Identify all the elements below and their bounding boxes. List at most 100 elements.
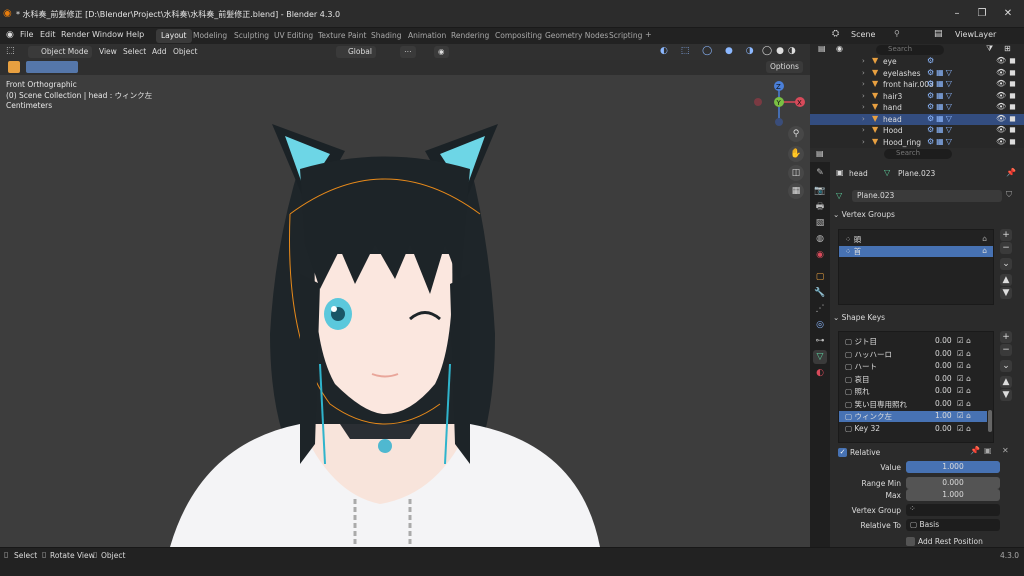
list-scrollbar[interactable] — [988, 410, 992, 432]
tab-animation[interactable]: Animation — [403, 29, 451, 43]
tab-texture-paint[interactable]: Texture Paint — [313, 29, 371, 43]
filter-funnel-icon[interactable]: ⧩ — [986, 44, 993, 54]
add-rest-position-checkbox[interactable] — [906, 537, 915, 546]
shape-key-move-down-button[interactable]: ▼ — [1000, 389, 1012, 401]
mesh-datablock-field[interactable]: Plane.023 — [852, 190, 1002, 202]
shape-key-row[interactable]: ▢ ハート 0.00 ☑ ⌂ — [839, 361, 987, 372]
world-tab-icon[interactable]: ◉ — [813, 248, 827, 262]
render-tab-icon[interactable]: 📷 — [813, 184, 827, 198]
selection-modes-icon[interactable] — [26, 61, 78, 73]
vertex-groups-list[interactable]: ⁘ 頭 ⌂ ⁘ 首 ⌂ — [838, 229, 994, 305]
shape-key-pin-icon[interactable]: 📌 — [970, 446, 980, 455]
shape-key-row[interactable]: ▢ 哀目 0.00 ☑ ⌂ — [839, 374, 987, 385]
max-field[interactable]: 1.000 — [906, 489, 1000, 501]
vertex-group-specials-button[interactable]: ⌄ — [1000, 258, 1012, 270]
outliner-row-front-hair[interactable]: › ▼ front hair.003 ⚙▦▽ 👁◼ — [810, 79, 1024, 91]
add-shape-key-button[interactable]: + — [1000, 331, 1012, 343]
outliner-row-eye[interactable]: › ▼ eye ⚙ 👁◼ — [810, 56, 1024, 68]
tab-scripting[interactable]: Scripting — [604, 29, 647, 43]
particles-tab-icon[interactable]: ⋰ — [813, 302, 827, 316]
menu-window[interactable]: Window — [92, 30, 124, 39]
properties-search[interactable]: Search — [884, 149, 952, 159]
range-min-field[interactable]: 0.000 — [906, 477, 1000, 489]
scene-icon[interactable]: ⛭ — [832, 29, 839, 39]
material-tab-icon[interactable]: ◐ — [813, 366, 827, 380]
view-layer-name[interactable]: ViewLayer — [955, 30, 996, 39]
menu-help[interactable]: Help — [126, 30, 144, 39]
outliner-row-hand[interactable]: › ▼ hand ⚙▦▽ 👁◼ — [810, 102, 1024, 114]
tab-modeling[interactable]: Modeling — [188, 29, 232, 43]
shape-key-move-up-button[interactable]: ▲ — [1000, 376, 1012, 388]
shape-key-row[interactable]: ▢ ハッハーロ 0.00 ☑ ⌂ — [839, 349, 987, 360]
shape-key-row[interactable]: ▢ ジト目 0.00 ☑ ⌂ — [839, 336, 987, 347]
vertex-groups-header[interactable]: ⌄ Vertex Groups — [833, 210, 895, 226]
blender-menu-icon[interactable]: ◉ — [6, 30, 14, 40]
clear-shape-keys-icon[interactable]: ✕ — [1002, 446, 1009, 455]
physics-tab-icon[interactable]: ◎ — [813, 318, 827, 332]
tab-uv-editing[interactable]: UV Editing — [269, 29, 318, 43]
add-menu[interactable]: Add — [148, 46, 171, 58]
proportional-edit[interactable]: ◉ — [434, 46, 449, 58]
outliner[interactable]: ▤ ◉ Search ⧩ ⊞ › ▼ eye ⚙ 👁◼ › ▼ eyelashes ⚙▦▽ 👁◼… — [810, 44, 1024, 148]
fake-user-icon[interactable]: ⛉ — [1006, 190, 1012, 200]
outliner-search[interactable]: Search — [876, 45, 944, 55]
shading-icons[interactable]: ◐ ⬚ ◯ ● ◑ — [660, 46, 759, 56]
scene-tab-icon[interactable]: ◍ — [813, 232, 827, 246]
minimize-button[interactable]: – — [951, 8, 963, 20]
view-menu[interactable]: View — [95, 46, 121, 58]
vertex-group-item-selected[interactable]: ⁘ 首 ⌂ — [839, 246, 993, 257]
remove-vertex-group-button[interactable]: − — [1000, 242, 1012, 254]
close-button[interactable]: ✕ — [1002, 8, 1014, 20]
select-menu[interactable]: Select — [119, 46, 150, 58]
mode-select[interactable]: Object Mode — [28, 46, 93, 58]
value-slider[interactable]: 1.000 — [906, 461, 1000, 473]
transform-orientation[interactable]: Global — [336, 46, 376, 58]
shape-key-row[interactable]: ▢ 照れ 0.00 ☑ ⌂ — [839, 386, 987, 397]
ortho-grid-icon[interactable]: ▦ — [788, 183, 804, 199]
tool-tab-icon[interactable]: ✎ — [813, 166, 827, 180]
tab-layout[interactable]: Layout — [156, 29, 192, 43]
pin-icon[interactable]: 📌 — [1006, 168, 1016, 177]
3d-viewport[interactable]: Front Orthographic (0) Scene Collection … — [0, 44, 810, 547]
shape-key-row-selected[interactable]: ▢ ウィンク左 1.00 ☑ ⌂ — [839, 411, 987, 422]
menu-edit[interactable]: Edit — [40, 30, 56, 39]
object-tab-icon[interactable]: ▢ — [813, 270, 827, 284]
vertex-group-item[interactable]: ⁘ 頭 ⌂ — [839, 234, 993, 245]
relative-to-field[interactable]: ▢ Basis — [906, 519, 1000, 531]
pin-scene-icon[interactable]: ⚲ — [894, 29, 900, 38]
vertex-group-field[interactable]: ⁘ — [906, 504, 1000, 516]
pan-hand-icon[interactable]: ✋ — [788, 146, 804, 162]
snap-toggle[interactable]: ⋯ — [400, 46, 416, 58]
camera-view-icon[interactable]: ◫ — [788, 165, 804, 181]
relative-checkbox[interactable]: ✓ — [838, 448, 847, 457]
tab-compositing[interactable]: Compositing — [490, 29, 547, 43]
outliner-row-head[interactable]: › ▼ head ⚙▦▽ 👁◼ — [810, 113, 1024, 125]
menu-file[interactable]: File — [20, 30, 33, 39]
add-vertex-group-button[interactable]: + — [1000, 229, 1012, 241]
maximize-button[interactable]: ❐ — [976, 8, 988, 20]
tab-rendering[interactable]: Rendering — [446, 29, 494, 43]
scene-name[interactable]: Scene — [851, 30, 875, 39]
outliner-row-hood-ring[interactable]: › ▼ Hood_ring ⚙▦▽ 👁◼ — [810, 137, 1024, 149]
outliner-filter-icon[interactable]: ▤ — [818, 44, 826, 53]
editor-type-icon[interactable]: ⬚ — [6, 46, 15, 56]
shape-key-specials-button[interactable]: ⌄ — [1000, 360, 1012, 372]
object-menu[interactable]: Object — [169, 46, 201, 58]
tab-shading[interactable]: Shading — [366, 29, 406, 43]
shape-keys-header[interactable]: ⌄ Shape Keys — [833, 313, 885, 329]
outliner-row-hood[interactable]: › ▼ Hood ⚙▦▽ 👁◼ — [810, 125, 1024, 137]
add-workspace-icon[interactable]: + — [645, 30, 652, 39]
data-tab-icon[interactable]: ▽ — [813, 350, 827, 364]
move-down-button[interactable]: ▼ — [1000, 287, 1012, 299]
outliner-display-mode-icon[interactable]: ◉ — [836, 44, 843, 53]
modifier-tab-icon[interactable]: 🔧 — [813, 286, 827, 300]
output-tab-icon[interactable]: 🖶 — [813, 200, 827, 214]
constraints-tab-icon[interactable]: ⊶ — [813, 334, 827, 348]
options-button[interactable]: Options — [766, 61, 803, 73]
view-layer-icon[interactable]: ▤ — [934, 29, 943, 39]
tab-sculpting[interactable]: Sculpting — [229, 29, 274, 43]
view-layer-tab-icon[interactable]: ▧ — [813, 216, 827, 230]
outliner-row-hair3[interactable]: › ▼ hair3 ⚙▦▽ 👁◼ — [810, 91, 1024, 103]
move-up-button[interactable]: ▲ — [1000, 274, 1012, 286]
remove-shape-key-button[interactable]: − — [1000, 344, 1012, 356]
